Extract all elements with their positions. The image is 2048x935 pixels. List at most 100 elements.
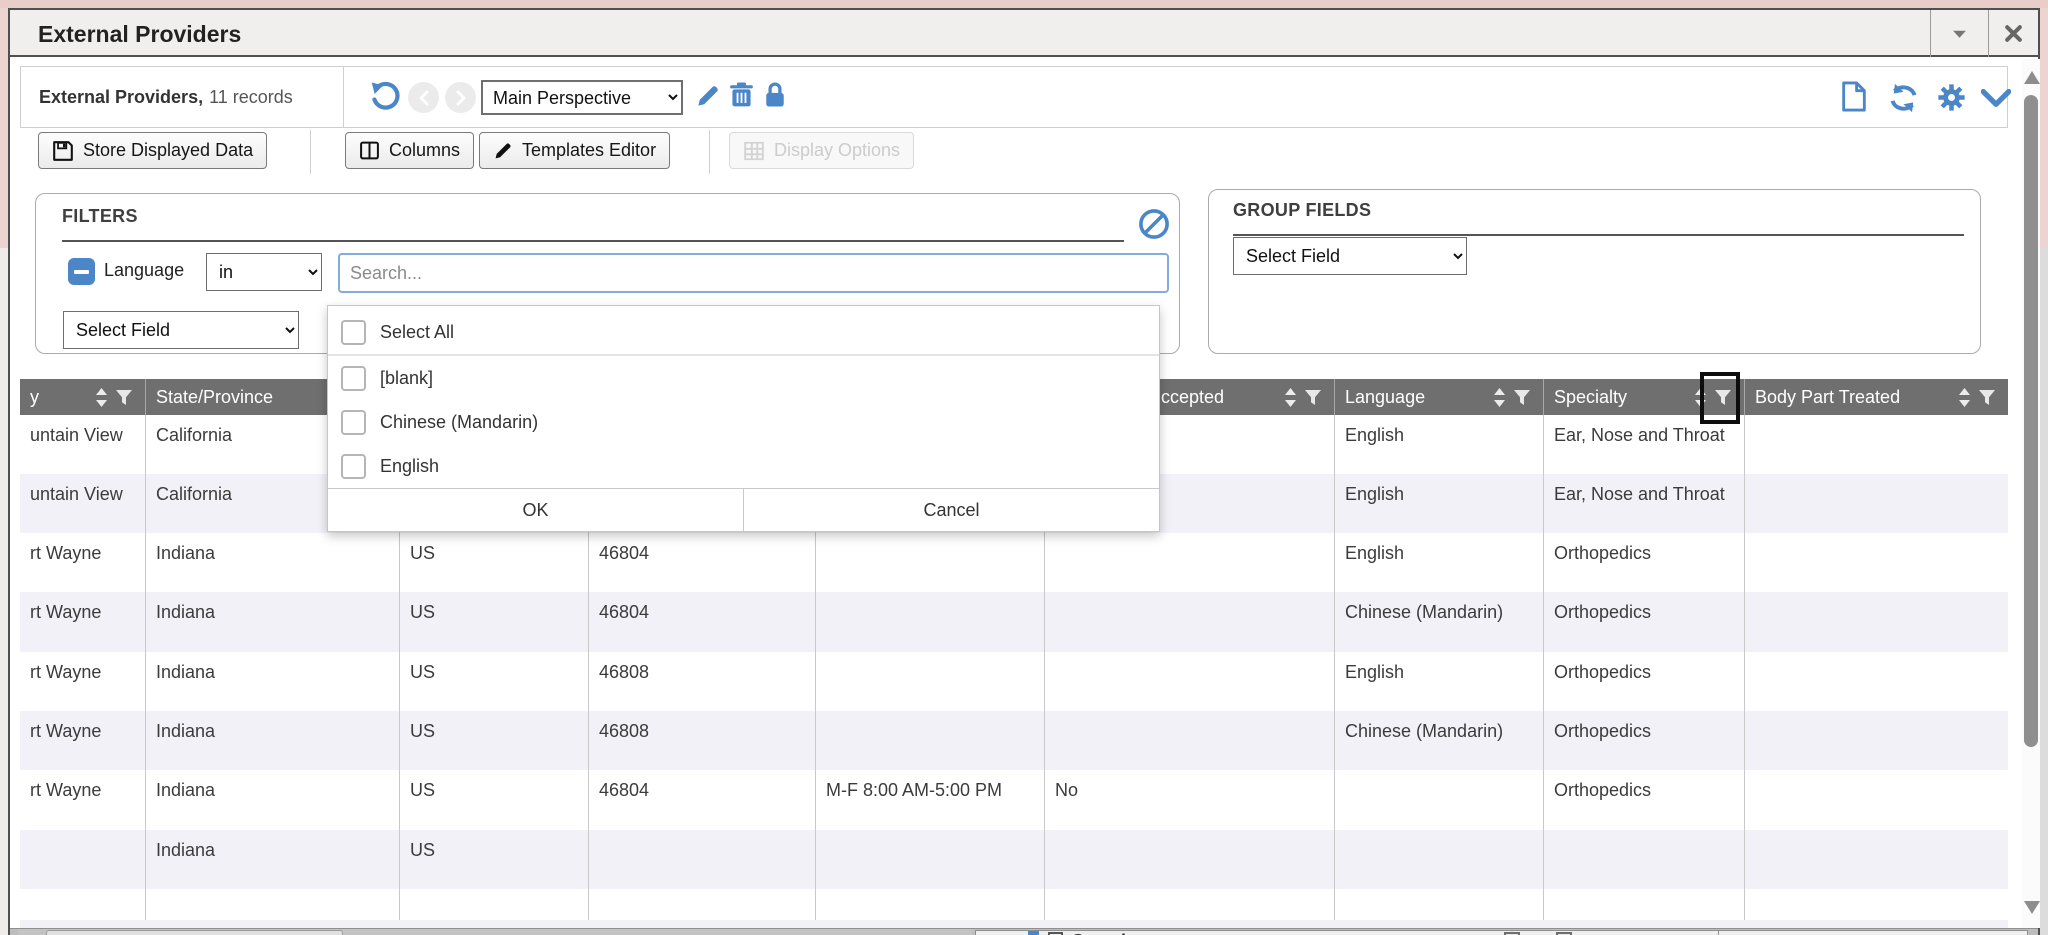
footer-search-label[interactable]: Search	[1072, 931, 1132, 935]
cell-accepted[interactable]	[1045, 830, 1335, 889]
cell-specialty[interactable]: Orthopedics	[1544, 533, 1745, 592]
cell-body-part-treated[interactable]	[1745, 592, 2008, 652]
cell-language[interactable]: English	[1335, 533, 1544, 592]
cell-specialty[interactable]	[1544, 830, 1745, 889]
dropdown-option-english[interactable]: English	[328, 444, 1159, 488]
cell-language[interactable]	[1335, 889, 1544, 920]
cancel-button[interactable]: Cancel	[744, 489, 1159, 531]
table-row[interactable]: rt WayneIndianaUS46804 EnglishOrthopedics	[20, 533, 2008, 592]
cell-state-province[interactable]: Indiana	[146, 711, 400, 770]
delete-perspective-button[interactable]	[729, 81, 754, 109]
cell-city[interactable]: untain View	[20, 415, 146, 474]
clear-filters-button[interactable]	[1138, 208, 1170, 240]
cell-state-province[interactable]: Indiana	[146, 592, 400, 652]
dropdown-option-chinese-mandarin[interactable]: Chinese (Mandarin)	[328, 400, 1159, 444]
cell-country[interactable]: US	[400, 592, 589, 652]
column-header-body-part-treated[interactable]: Body Part Treated	[1745, 379, 2008, 415]
cell-body-part-treated[interactable]	[1745, 711, 2008, 770]
cell-accepted[interactable]	[1045, 533, 1335, 592]
filter-search-input[interactable]	[338, 253, 1169, 293]
cell-city[interactable]: rt Wayne	[20, 652, 146, 711]
column-header-specialty[interactable]: Specialty	[1544, 379, 1745, 415]
cell-postal-code[interactable]	[589, 830, 816, 889]
display-options-button[interactable]: Display Options	[729, 132, 914, 169]
cell-office-hours[interactable]	[816, 830, 1045, 889]
cell-language[interactable]: English	[1335, 474, 1544, 533]
cell-postal-code[interactable]: 46808	[589, 711, 816, 770]
cell-country[interactable]	[400, 889, 589, 920]
checkbox-icon[interactable]	[341, 410, 366, 435]
cell-language[interactable]	[1335, 770, 1544, 830]
cell-state-province[interactable]: Indiana	[146, 652, 400, 711]
new-record-button[interactable]	[1841, 81, 1867, 112]
cell-postal-code[interactable]: 46808	[589, 652, 816, 711]
cell-specialty[interactable]: Orthopedics	[1544, 592, 1745, 652]
cell-office-hours[interactable]	[816, 592, 1045, 652]
cell-postal-code[interactable]: 46804	[589, 770, 816, 830]
add-filter-field-select[interactable]: Select Field	[63, 311, 299, 349]
cell-country[interactable]: US	[400, 652, 589, 711]
cell-body-part-treated[interactable]	[1745, 889, 2008, 920]
cell-city[interactable]	[20, 889, 146, 920]
cell-specialty[interactable]	[1544, 889, 1745, 920]
cell-state-province[interactable]: Indiana	[146, 830, 400, 889]
store-displayed-data-button[interactable]: Store Displayed Data	[38, 132, 267, 169]
sort-icon[interactable]	[1284, 387, 1297, 408]
cell-body-part-treated[interactable]	[1745, 770, 2008, 830]
cell-office-hours[interactable]	[816, 652, 1045, 711]
close-button[interactable]	[1988, 10, 2038, 57]
cell-postal-code[interactable]: 46804	[589, 592, 816, 652]
edit-perspective-button[interactable]	[695, 83, 721, 109]
templates-editor-button[interactable]: Templates Editor	[479, 132, 670, 169]
filter-funnel-icon[interactable]	[1714, 389, 1732, 406]
cell-specialty[interactable]: Orthopedics	[1544, 711, 1745, 770]
scroll-down-arrow-icon[interactable]	[2024, 901, 2040, 914]
checkbox-icon[interactable]	[341, 320, 366, 345]
column-header-language[interactable]: Language	[1335, 379, 1544, 415]
cell-city[interactable]: rt Wayne	[20, 592, 146, 652]
cell-accepted[interactable]	[1045, 889, 1335, 920]
cell-language[interactable]: Chinese (Mandarin)	[1335, 592, 1544, 652]
collapse-toolbar-button[interactable]	[1981, 89, 2011, 108]
sort-icon[interactable]	[1694, 387, 1707, 408]
group-field-select[interactable]: Select Field	[1233, 237, 1467, 275]
cell-country[interactable]: US	[400, 770, 589, 830]
cell-city[interactable]: rt Wayne	[20, 711, 146, 770]
filter-funnel-icon[interactable]	[1978, 389, 1996, 406]
table-row[interactable]: rt WayneIndianaUS46804 Chinese (Mandarin)…	[20, 592, 2008, 652]
cell-accepted[interactable]: No	[1045, 770, 1335, 830]
checkbox-icon[interactable]	[341, 454, 366, 479]
sort-icon[interactable]	[1958, 387, 1971, 408]
column-header-city[interactable]: y	[20, 379, 146, 415]
cell-postal-code[interactable]: 46804	[589, 533, 816, 592]
cell-office-hours[interactable]	[816, 711, 1045, 770]
ok-button[interactable]: OK	[328, 489, 744, 531]
vertical-scrollbar-thumb[interactable]	[2024, 95, 2038, 747]
table-row[interactable]: IndianaUS	[20, 830, 2008, 889]
cell-specialty[interactable]: Ear, Nose and Throat	[1544, 474, 1745, 533]
undo-button[interactable]	[369, 81, 401, 113]
vertical-scrollbar[interactable]	[2022, 59, 2040, 928]
settings-button[interactable]	[1936, 82, 1967, 113]
cell-country[interactable]: US	[400, 533, 589, 592]
cell-body-part-treated[interactable]	[1745, 415, 2008, 474]
cell-language[interactable]: Chinese (Mandarin)	[1335, 711, 1544, 770]
cell-postal-code[interactable]	[589, 889, 816, 920]
back-button[interactable]	[408, 82, 439, 113]
dropdown-option-blank[interactable]: [blank]	[328, 356, 1159, 400]
cell-accepted[interactable]	[1045, 592, 1335, 652]
cell-state-province[interactable]: Indiana	[146, 533, 400, 592]
cell-body-part-treated[interactable]	[1745, 533, 2008, 592]
table-row[interactable]	[20, 889, 2008, 920]
cell-city[interactable]: rt Wayne	[20, 533, 146, 592]
cell-office-hours[interactable]	[816, 889, 1045, 920]
sort-icon[interactable]	[1493, 387, 1506, 408]
filter-funnel-icon[interactable]	[115, 389, 133, 406]
window-menu-button[interactable]	[1930, 10, 1988, 57]
cell-body-part-treated[interactable]	[1745, 474, 2008, 533]
columns-button[interactable]: Columns	[345, 132, 474, 169]
forward-button[interactable]	[445, 82, 476, 113]
cell-country[interactable]: US	[400, 830, 589, 889]
cell-office-hours[interactable]	[816, 533, 1045, 592]
cell-country[interactable]: US	[400, 711, 589, 770]
